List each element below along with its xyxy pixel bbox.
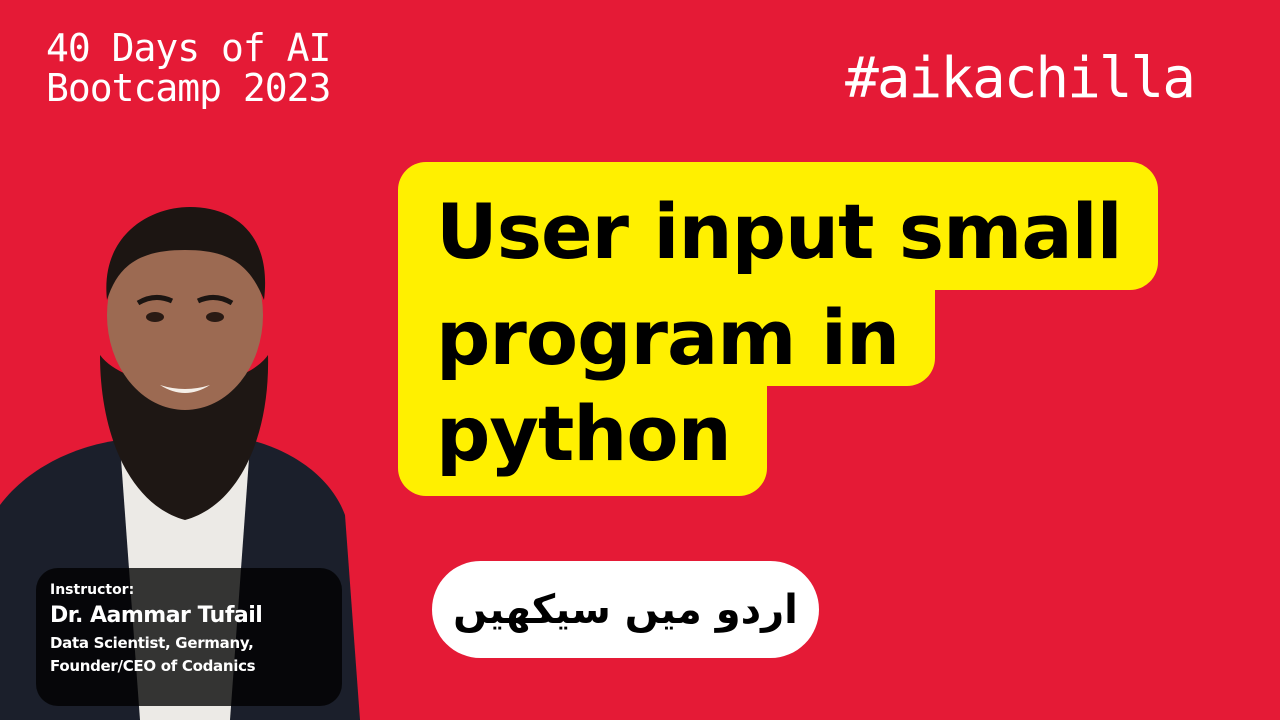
instructor-label: Instructor:	[50, 582, 135, 598]
episode-title: User input small program in python	[398, 162, 1158, 496]
episode-title-line-1: User input small	[398, 162, 1158, 290]
urdu-badge: اردو میں سیکھیں	[432, 561, 819, 658]
bootcamp-title-line-2: Bootcamp 2023	[46, 66, 331, 110]
episode-title-line-2: program in	[398, 290, 936, 386]
instructor-name: Dr. Aammar Tufail	[50, 603, 263, 628]
instructor-role-line-2: Founder/CEO of Codanics	[50, 657, 256, 675]
hashtag: #aikachilla	[845, 46, 1196, 111]
episode-title-line-3: python	[398, 386, 767, 496]
bootcamp-title-line-1: 40 Days of AI	[46, 26, 331, 70]
bootcamp-title: 40 Days of AI Bootcamp 2023	[46, 26, 331, 110]
instructor-role-line-1: Data Scientist, Germany,	[50, 634, 254, 652]
instructor-card: Instructor: Dr. Aammar Tufail Data Scien…	[36, 568, 342, 706]
